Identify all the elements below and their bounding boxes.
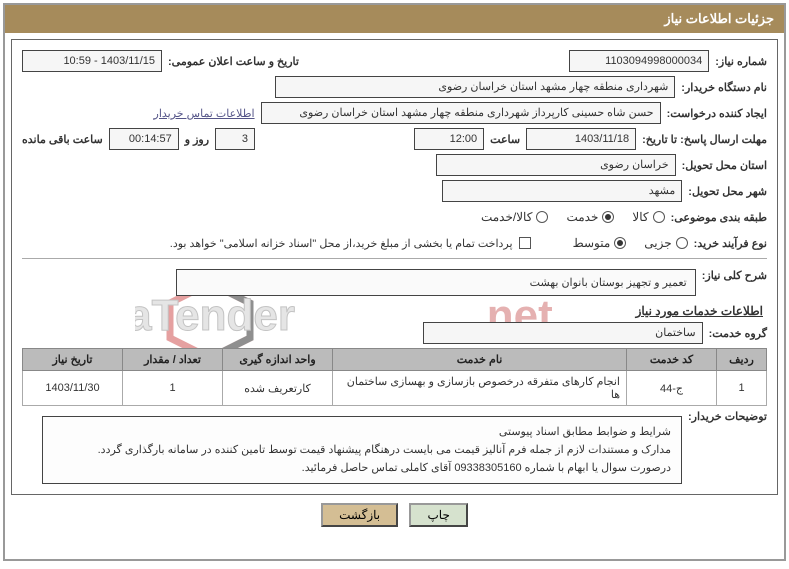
ptype-motavaset-label: متوسط bbox=[573, 236, 611, 250]
services-section-title: اطلاعات خدمات مورد نیاز bbox=[26, 304, 763, 318]
category-option-khadamat[interactable]: خدمت bbox=[566, 210, 614, 224]
service-group-value: ساختمان bbox=[423, 322, 703, 344]
buyer-notes-line1: شرایط و ضوابط مطابق اسناد پیوستی bbox=[53, 423, 671, 441]
need-number-label: شماره نیاز: bbox=[715, 55, 767, 68]
cell-qty: 1 bbox=[123, 371, 223, 406]
ptype-option-motavaset[interactable]: متوسط bbox=[573, 236, 627, 250]
category-label: طبقه بندی موضوعی: bbox=[671, 211, 767, 224]
ptype-option-jozei[interactable]: جزیی bbox=[644, 236, 687, 250]
main-panel: جزئیات اطلاعات نیاز شماره نیاز: 11030949… bbox=[3, 3, 786, 561]
deadline-time-label: ساعت bbox=[490, 133, 520, 146]
cell-code: ج-44 bbox=[627, 371, 717, 406]
deadline-date-value: 1403/11/18 bbox=[526, 128, 636, 150]
radio-icon bbox=[653, 211, 665, 223]
announce-datetime-label: تاریخ و ساعت اعلان عمومی: bbox=[168, 55, 299, 68]
buyer-contact-link[interactable]: اطلاعات تماس خریدار bbox=[154, 107, 255, 120]
services-table: ردیف کد خدمت نام خدمت واحد اندازه گیری ت… bbox=[22, 348, 767, 406]
service-group-label: گروه خدمت: bbox=[709, 327, 767, 340]
delivery-province-label: استان محل تحویل: bbox=[682, 159, 767, 172]
col-name: نام خدمت bbox=[333, 349, 627, 371]
remaining-hms-value: 00:14:57 bbox=[109, 128, 179, 150]
radio-icon bbox=[602, 211, 614, 223]
print-button[interactable]: چاپ bbox=[409, 503, 467, 527]
table-header-row: ردیف کد خدمت نام خدمت واحد اندازه گیری ت… bbox=[23, 349, 767, 371]
purchase-type-label: نوع فرآیند خرید: bbox=[694, 237, 767, 250]
payment-checkbox[interactable] bbox=[519, 237, 531, 249]
back-button[interactable]: بازگشت bbox=[321, 503, 398, 527]
remaining-tail: ساعت باقی مانده bbox=[22, 133, 103, 146]
buttons-row: چاپ بازگشت bbox=[5, 503, 784, 527]
overall-need-label: شرح کلی نیاز: bbox=[702, 269, 767, 282]
buyer-notes-label: توضیحات خریدار: bbox=[688, 410, 767, 423]
col-date: تاریخ نیاز bbox=[23, 349, 123, 371]
category-option-kk-label: کالا/خدمت bbox=[481, 210, 532, 224]
requester-label: ایجاد کننده درخواست: bbox=[667, 107, 767, 120]
deadline-time-value: 12:00 bbox=[414, 128, 484, 150]
buyer-org-label: نام دستگاه خریدار: bbox=[681, 81, 767, 94]
buyer-notes-line2: مدارک و مستندات لازم از جمله فرم آنالیز … bbox=[53, 441, 671, 459]
category-option-kala-label: کالا bbox=[632, 210, 648, 224]
panel-title: جزئیات اطلاعات نیاز bbox=[5, 5, 784, 33]
cell-unit: کارتعریف شده bbox=[223, 371, 333, 406]
category-option-khadamat-label: خدمت bbox=[566, 210, 598, 224]
divider bbox=[22, 258, 767, 259]
category-option-kala-khadamat[interactable]: کالا/خدمت bbox=[481, 210, 548, 224]
col-row: ردیف bbox=[717, 349, 767, 371]
delivery-province-value: خراسان رضوی bbox=[436, 154, 676, 176]
payment-note: پرداخت تمام یا بخشی از مبلغ خرید،از محل … bbox=[170, 237, 513, 250]
radio-icon bbox=[676, 237, 688, 249]
col-code: کد خدمت bbox=[627, 349, 717, 371]
deadline-label: مهلت ارسال پاسخ: تا تاریخ: bbox=[642, 133, 767, 146]
buyer-notes-line3: درصورت سوال یا ابهام با شماره 0933830516… bbox=[53, 459, 671, 477]
radio-icon bbox=[614, 237, 626, 249]
need-number-value: 1103094998000034 bbox=[569, 50, 709, 72]
table-row: 1 ج-44 انجام کارهای متفرقه درخصوص بازساز… bbox=[23, 371, 767, 406]
category-option-kala[interactable]: کالا bbox=[632, 210, 664, 224]
details-box: شماره نیاز: 1103094998000034 تاریخ و ساع… bbox=[11, 39, 778, 495]
requester-value: حسن شاه حسینی کارپرداز شهرداری منطقه چها… bbox=[261, 102, 661, 124]
buyer-org-value: شهرداری منطقه چهار مشهد استان خراسان رضو… bbox=[275, 76, 675, 98]
delivery-city-label: شهر محل تحویل: bbox=[688, 185, 767, 198]
cell-date: 1403/11/30 bbox=[23, 371, 123, 406]
cell-name: انجام کارهای متفرقه درخصوص بازسازی و بهس… bbox=[333, 371, 627, 406]
overall-need-value: تعمیر و تجهیز بوستان بانوان بهشت bbox=[176, 269, 696, 296]
cell-row: 1 bbox=[717, 371, 767, 406]
ptype-jozei-label: جزیی bbox=[644, 236, 671, 250]
delivery-city-value: مشهد bbox=[442, 180, 682, 202]
radio-icon bbox=[536, 211, 548, 223]
day-word: روز و bbox=[185, 133, 209, 146]
col-unit: واحد اندازه گیری bbox=[223, 349, 333, 371]
buyer-notes-box: شرایط و ضوابط مطابق اسناد پیوستی مدارک و… bbox=[42, 416, 682, 484]
col-qty: تعداد / مقدار bbox=[123, 349, 223, 371]
announce-datetime-value: 1403/11/15 - 10:59 bbox=[22, 50, 162, 72]
remaining-days-value: 3 bbox=[215, 128, 255, 150]
